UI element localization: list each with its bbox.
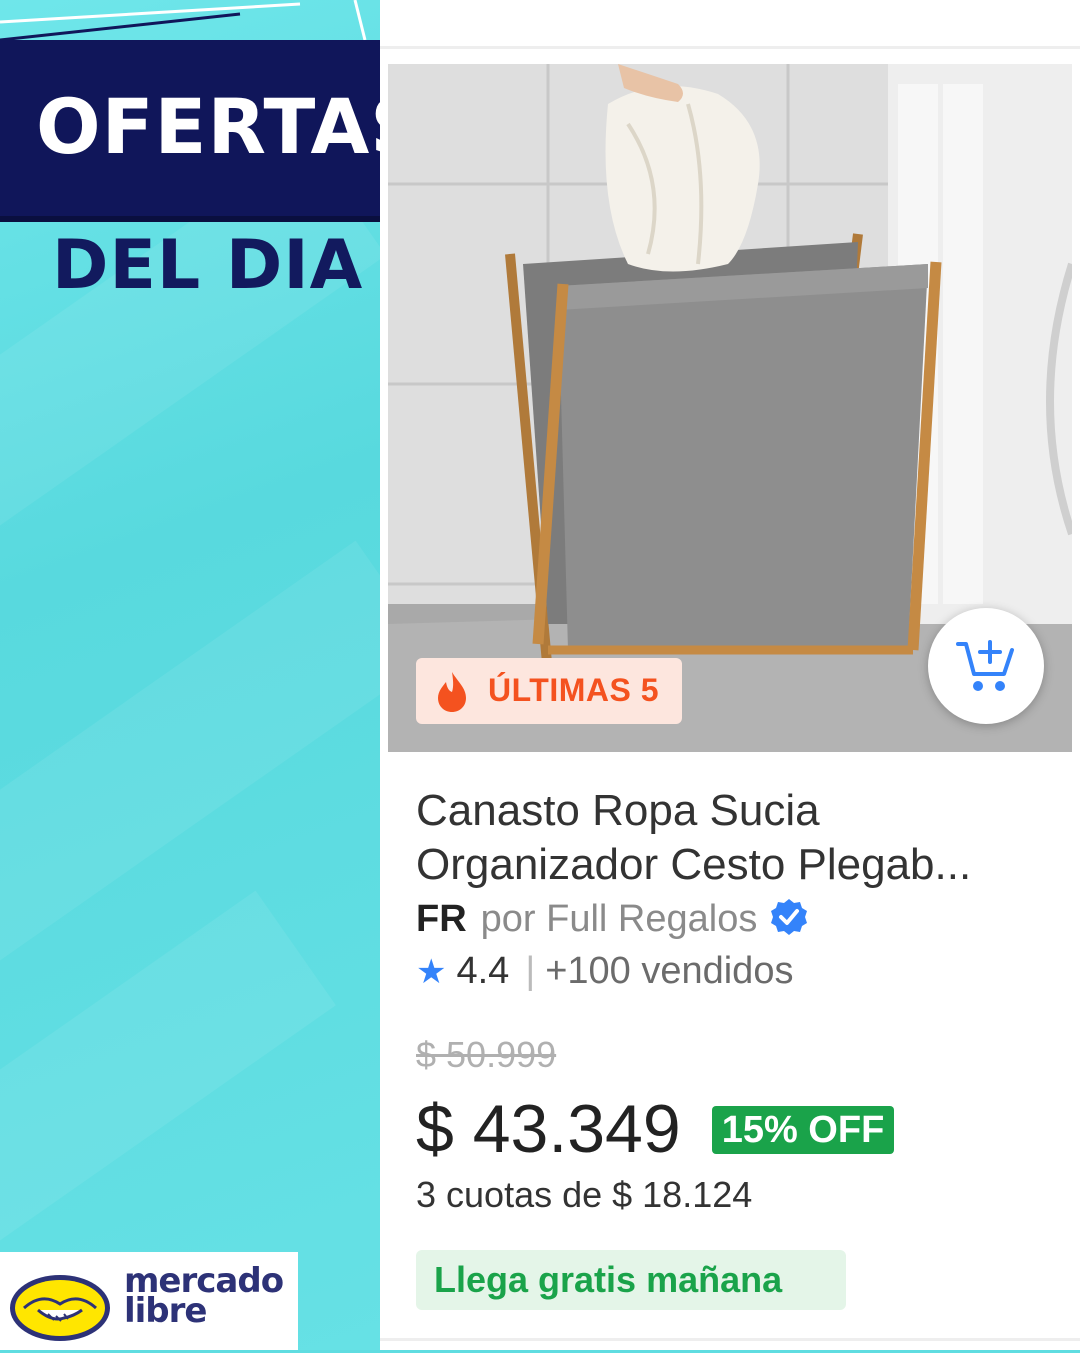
cart-plus-icon [956,640,1014,691]
seller-row: FR por Full Regalos [416,898,809,948]
brand-logo-card: mercado libre [0,1252,298,1350]
sold-count: +100 vendidos [545,950,794,992]
brand-wordmark: mercado libre [124,1264,284,1328]
rating-row: ★ 4.4 | +100 vendidos [416,950,793,1000]
product-title[interactable]: Canasto Ropa Sucia Organizador Cesto Ple… [416,784,1056,892]
banner-title: OFERTAS [36,82,427,171]
rating-score: 4.4 [456,950,510,992]
rating-separator: | [525,950,536,992]
banner-subtitle: DEL DIA [52,226,364,305]
handshake-icon [10,1275,110,1341]
fire-icon [438,672,466,712]
original-price: $ 50.999 [416,1034,557,1075]
add-to-cart-button[interactable] [928,608,1044,724]
product-title-line1: Canasto Ropa Sucia [416,786,820,835]
stock-badge-label: ÚLTIMAS 5 [488,672,660,708]
discount-badge: 15% OFF [712,1106,894,1154]
seller-name[interactable]: por Full Regalos [481,898,758,940]
installments-text: 3 cuotas de $ 18.124 [416,1174,753,1215]
seller-tag: FR [416,898,467,940]
previous-card-edge [380,0,1080,49]
star-icon: ★ [416,953,447,991]
shipping-badge: Llega gratis mañana [416,1250,846,1310]
card-divider [380,1338,1080,1353]
stock-badge: ÚLTIMAS 5 [416,658,682,724]
decor-stripe [0,540,390,1000]
product-title-line2: Organizador Cesto Plegab... [416,840,972,889]
verified-icon [771,898,808,935]
current-price: $ 43.349 [416,1091,681,1167]
